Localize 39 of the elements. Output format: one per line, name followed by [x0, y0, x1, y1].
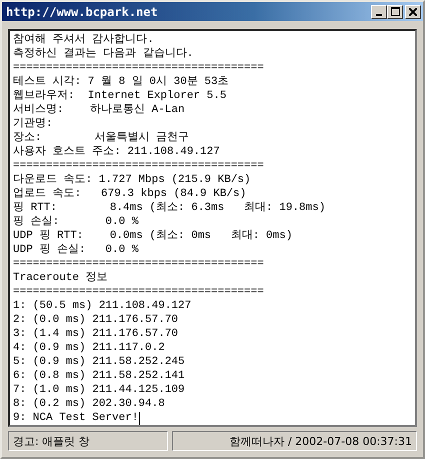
text-line: 5: (0.9 ms) 211.58.252.245 — [13, 355, 185, 369]
text-line: UDP 핑 손실: 0.0 % — [13, 243, 138, 257]
text-line: 업로드 속도: 679.3 kbps (84.9 KB/s) — [13, 187, 246, 201]
text-line: 다운로드 속도: 1.727 Mbps (215.9 KB/s) — [13, 173, 251, 187]
text-line: 3: (1.4 ms) 211.176.57.70 — [13, 327, 178, 341]
text-line: 7: (1.0 ms) 211.44.125.109 — [13, 383, 185, 397]
text-line: ====================================== — [13, 61, 264, 75]
text-line: ====================================== — [13, 285, 264, 299]
text-line: UDP 핑 RTT: 0.0ms (최소: 0ms 최대: 0ms) — [13, 229, 292, 243]
maximize-icon — [390, 7, 400, 16]
text-line: 참여해 주셔서 감사합니다. — [13, 33, 154, 47]
text-line: ====================================== — [13, 257, 264, 271]
text-line: 1: (50.5 ms) 211.108.49.127 — [13, 299, 192, 313]
window-title: http://www.bcpark.net — [6, 4, 158, 18]
text-line: Traceroute 정보 — [13, 271, 108, 285]
text-line: ====================================== — [13, 159, 264, 173]
text-line: 웹브라우저: Internet Explorer 5.5 — [13, 89, 226, 103]
text-line: 측정하신 결과는 다음과 같습니다. — [13, 47, 194, 61]
minimize-button[interactable] — [371, 4, 387, 18]
close-icon — [409, 8, 417, 16]
text-line: 장소: 서울특별시 금천구 — [13, 131, 190, 145]
text-line: 사용자 호스트 주소: 211.108.49.127 — [13, 145, 220, 159]
status-info: 함께떠나자 / 2002-07-08 00:37:31 — [172, 431, 417, 451]
text-line: 핑 RTT: 8.4ms (최소: 6.3ms 최대: 19.8ms) — [13, 201, 326, 215]
text-line: 기관명: — [13, 117, 53, 131]
text-line: 테스트 시각: 7 월 8 일 0시 30분 53초 — [13, 75, 229, 89]
text-line: 9: NCA Test Server! — [13, 411, 138, 425]
text-area[interactable] — [8, 29, 417, 427]
text-line: 서비스명: 하나로통신 A-Lan — [13, 103, 185, 117]
text-line: 8: (0.2 ms) 202.30.94.8 — [13, 397, 165, 411]
maximize-button[interactable] — [387, 4, 403, 18]
status-warning: 경고: 애플릿 창 — [8, 431, 168, 451]
close-button[interactable] — [405, 4, 421, 18]
text-line: 6: (0.8 ms) 211.58.252.141 — [13, 369, 185, 383]
text-line: 핑 손실: 0.0 % — [13, 215, 138, 229]
text-cursor — [139, 412, 140, 424]
text-line: 2: (0.0 ms) 211.176.57.70 — [13, 313, 178, 327]
text-line: 4: (0.9 ms) 211.117.0.2 — [13, 341, 165, 355]
minimize-icon — [376, 14, 382, 16]
